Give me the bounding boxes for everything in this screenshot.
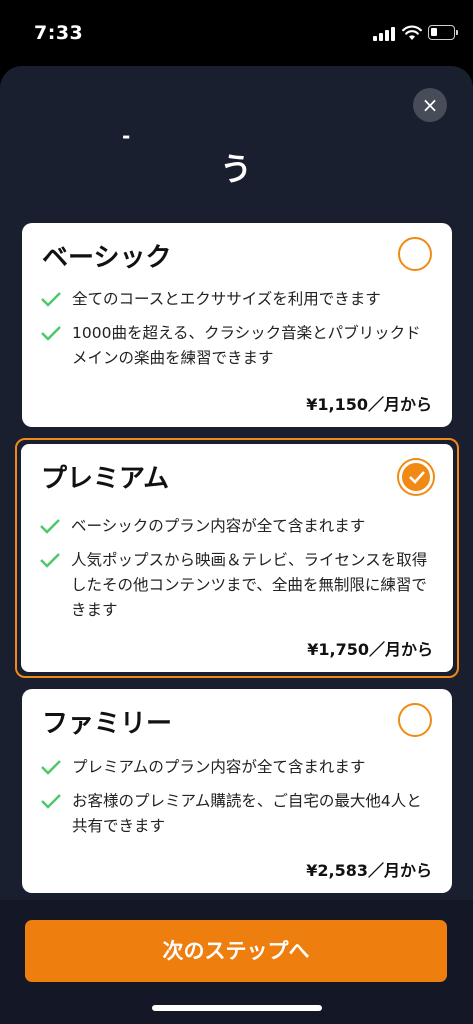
- plan-radio-unchecked[interactable]: [398, 703, 432, 737]
- plan-title: ベーシック: [42, 243, 172, 273]
- plan-feature: 全てのコースとエクササイズを利用できます: [40, 287, 436, 312]
- next-step-button[interactable]: 次のステップへ: [25, 920, 447, 982]
- plan-title: ファミリー: [42, 709, 173, 739]
- plan-feature-text: 1000曲を超える、クラシック音楽とパブリックドメインの楽曲を練習できます: [72, 324, 421, 367]
- plan-feature-text: ベーシックのプラン内容が全て含まれます: [71, 517, 366, 535]
- plan-title: プレミアム: [41, 464, 170, 494]
- plan-price: ¥1,750／月から: [307, 640, 433, 659]
- plan-price: ¥1,150／月から: [306, 395, 432, 414]
- plan-feature: プレミアムのプラン内容が全て含まれます: [40, 755, 436, 780]
- checkmark-icon: [40, 519, 60, 534]
- wifi-icon: [402, 25, 422, 40]
- heading-fragment: -: [122, 124, 131, 148]
- status-bar: 7:33: [0, 0, 473, 60]
- plan-feature: 人気ポップスから映画＆テレビ、ライセンスを取得したその他コンテンツまで、全曲を無…: [39, 548, 437, 623]
- checkmark-icon: [41, 326, 61, 341]
- heading-fragment: う: [220, 150, 253, 188]
- plan-radio-unchecked[interactable]: [398, 237, 432, 271]
- plan-price: ¥2,583／月から: [306, 861, 432, 880]
- plan-card-inner: プレミアム ベーシックのプラン内容が全て含まれます 人気ポップスから映画＆テレビ…: [21, 444, 453, 672]
- checkmark-icon: [40, 553, 60, 568]
- plan-feature-text: 全てのコースとエクササイズを利用できます: [72, 290, 381, 308]
- checkmark-icon: [41, 794, 61, 809]
- plan-feature: お客様のプレミアム購読を、ご自宅の最大他4人と共有できます: [40, 789, 436, 839]
- status-time: 7:33: [34, 22, 84, 44]
- cellular-signal-icon: [373, 26, 397, 41]
- plan-feature-text: 人気ポップスから映画＆テレビ、ライセンスを取得したその他コンテンツまで、全曲を無…: [71, 551, 428, 619]
- plan-card-family[interactable]: ファミリー プレミアムのプラン内容が全て含まれます お客様のプレミアム購読を、ご…: [22, 689, 452, 893]
- plan-feature: ベーシックのプラン内容が全て含まれます: [39, 514, 437, 539]
- battery-icon: [428, 25, 458, 40]
- checkmark-icon: [409, 471, 425, 484]
- plan-card-basic[interactable]: ベーシック 全てのコースとエクササイズを利用できます 1000曲を超える、クラシ…: [22, 223, 452, 427]
- plan-feature-text: お客様のプレミアム購読を、ご自宅の最大他4人と共有できます: [72, 792, 422, 835]
- close-icon: ×: [421, 93, 439, 117]
- plan-card-premium[interactable]: プレミアム ベーシックのプラン内容が全て含まれます 人気ポップスから映画＆テレビ…: [15, 438, 459, 678]
- checkmark-icon: [41, 292, 61, 307]
- plan-feature-text: プレミアムのプラン内容が全て含まれます: [72, 758, 366, 776]
- checkmark-icon: [41, 760, 61, 775]
- close-button[interactable]: ×: [413, 88, 447, 122]
- home-indicator[interactable]: [152, 1005, 322, 1011]
- plan-feature: 1000曲を超える、クラシック音楽とパブリックドメインの楽曲を練習できます: [40, 321, 436, 371]
- screen: 7:33 × - う ベーシック 全てのコースとエクササイズを利用できます 10…: [0, 0, 473, 1024]
- plan-radio-checked[interactable]: [399, 460, 433, 494]
